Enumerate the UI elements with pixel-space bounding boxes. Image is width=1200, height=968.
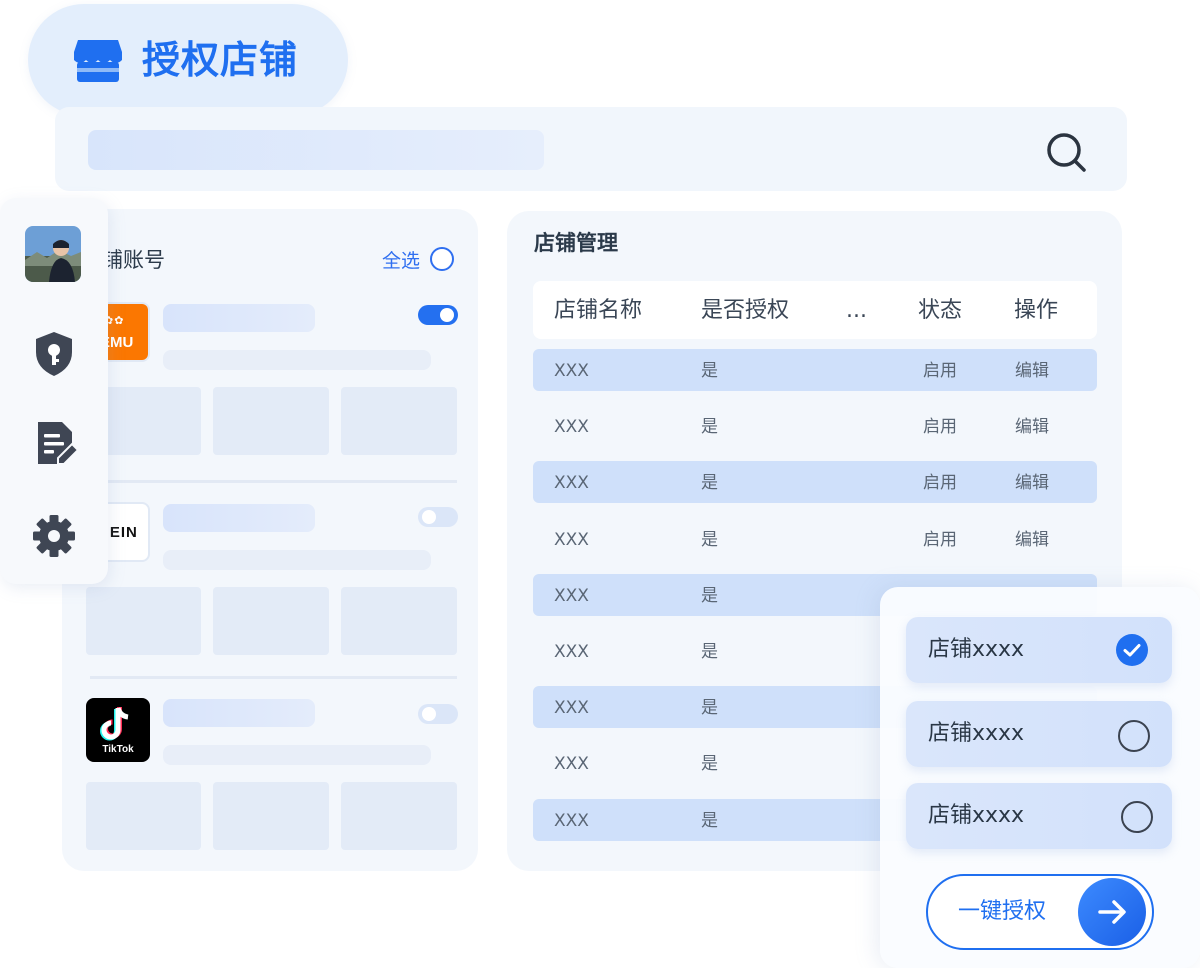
shop-option-label: 店铺xxxx	[928, 721, 1025, 746]
column-header-action: 操作	[1014, 298, 1059, 323]
shop-tile	[213, 587, 329, 655]
shop-name-skeleton	[163, 304, 315, 332]
select-all-radio[interactable]	[430, 247, 454, 271]
cell-authorized: 是	[701, 585, 718, 606]
radio-button[interactable]	[1118, 720, 1150, 752]
shop-option[interactable]: 店铺xxxx	[906, 617, 1172, 683]
cell-action[interactable]: 编辑	[1015, 529, 1049, 551]
cell-action[interactable]: 编辑	[1015, 360, 1049, 382]
cell-status: 启用	[923, 361, 957, 381]
shop-option-label: 店铺xxxx	[928, 637, 1025, 662]
shop-info-skeleton	[163, 745, 431, 765]
cell-shop-name: XXX	[554, 361, 589, 381]
shop-toggle[interactable]	[418, 704, 458, 724]
shop-info-skeleton	[163, 350, 431, 370]
select-all-label[interactable]: 全选	[382, 248, 420, 274]
check-icon[interactable]	[1116, 634, 1148, 666]
cell-shop-name: XXX	[554, 473, 589, 494]
column-header-shop-name: 店铺名称	[554, 298, 643, 323]
cell-action[interactable]: 编辑	[1015, 416, 1049, 438]
shop-tile	[341, 587, 457, 655]
cell-authorized: 是	[701, 361, 718, 381]
column-header-more: ...	[846, 298, 867, 323]
search-icon[interactable]	[1044, 130, 1088, 174]
shop-tile	[86, 782, 201, 850]
search-input[interactable]	[88, 130, 544, 170]
cell-status: 启用	[923, 417, 957, 438]
cell-shop-name: XXX	[554, 642, 589, 662]
shop-option-label: 店铺xxxx	[928, 803, 1025, 828]
cell-shop-name: XXX	[554, 529, 589, 550]
cell-action[interactable]: 编辑	[1015, 472, 1049, 494]
gear-icon[interactable]	[32, 512, 76, 560]
shop-tile	[213, 782, 329, 850]
cell-shop-name: XXX	[554, 585, 589, 606]
authorize-button-label: 一键授权	[958, 899, 1047, 924]
page-title: 授权店铺	[142, 38, 299, 82]
shop-info-skeleton	[163, 550, 431, 570]
arrow-right-icon[interactable]	[1078, 878, 1146, 946]
shop-toggle[interactable]	[418, 507, 458, 527]
cell-authorized: 是	[701, 473, 718, 494]
cell-authorized: 是	[701, 810, 718, 831]
tiktok-note-icon	[100, 707, 129, 741]
column-header-status: 状态	[918, 298, 963, 323]
cell-status: 启用	[923, 473, 957, 494]
shop-option[interactable]: 店铺xxxx	[906, 783, 1172, 849]
shop-name-skeleton	[163, 504, 315, 532]
cell-authorized: 是	[701, 642, 718, 662]
panel-heading: 铺账号	[102, 248, 165, 272]
shop-toggle[interactable]	[418, 305, 458, 325]
shop-tile	[86, 587, 201, 655]
avatar[interactable]	[25, 226, 81, 282]
store-icon	[74, 40, 122, 82]
shop-tile	[341, 782, 457, 850]
divider	[90, 480, 457, 483]
cell-shop-name: XXX	[554, 417, 589, 438]
cell-shop-name: XXX	[554, 698, 589, 719]
shield-key-icon[interactable]	[32, 330, 76, 378]
divider	[90, 676, 457, 679]
cell-authorized: 是	[701, 529, 718, 550]
radio-button[interactable]	[1121, 801, 1153, 833]
cell-authorized: 是	[701, 417, 718, 438]
management-title: 店铺管理	[534, 231, 618, 255]
column-header-authorized: 是否授权	[701, 298, 790, 323]
cell-authorized: 是	[701, 754, 718, 775]
cell-authorized: 是	[701, 698, 718, 719]
shop-tile	[213, 387, 329, 455]
cell-shop-name: XXX	[554, 810, 589, 831]
table-row[interactable]	[533, 461, 1097, 504]
shop-tile	[341, 387, 457, 455]
document-edit-icon[interactable]	[34, 420, 78, 468]
shop-name-skeleton	[163, 699, 315, 727]
table-row[interactable]	[533, 349, 1097, 391]
shop-option[interactable]: 店铺xxxx	[906, 701, 1172, 767]
cell-shop-name: XXX	[554, 754, 589, 775]
cell-status: 启用	[923, 529, 957, 550]
tiktok-logo: TikTok	[86, 698, 150, 762]
